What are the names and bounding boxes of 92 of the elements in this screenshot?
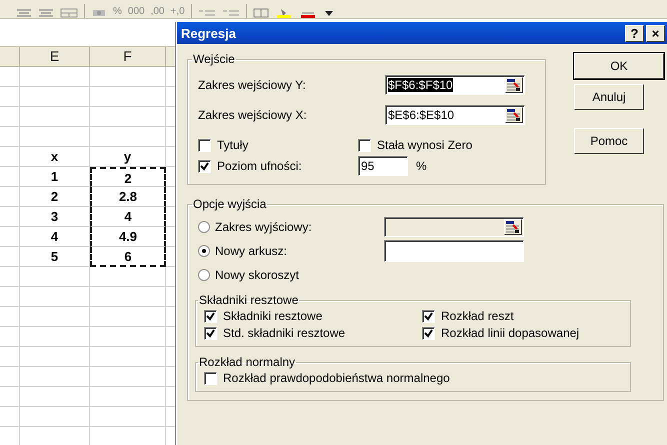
sheet-name-field[interactable] xyxy=(384,240,524,262)
collapse-dialog-icon xyxy=(507,109,521,121)
help-button[interactable]: Pomoc xyxy=(574,128,644,154)
table-cell xyxy=(0,307,20,327)
table-cell: 4 xyxy=(90,207,166,227)
table-cell xyxy=(20,387,90,407)
collapse-dialog-icon xyxy=(506,221,520,233)
table-cell xyxy=(0,407,20,427)
table-cell: 2 xyxy=(90,167,166,187)
table-cell xyxy=(0,187,20,207)
group-title: Składniki resztowe xyxy=(198,293,300,307)
group-title: Wejście xyxy=(192,52,236,66)
field-label: Zakres wejściowy Y: xyxy=(198,78,307,92)
checkbox[interactable] xyxy=(198,160,211,172)
table-cell: 2.8 xyxy=(90,187,166,207)
table-cell xyxy=(20,307,90,327)
table-cell xyxy=(20,67,90,87)
group-title: Opcje wyjścia xyxy=(192,197,268,211)
table-cell xyxy=(0,327,20,347)
checkbox[interactable] xyxy=(204,372,217,384)
table-cell xyxy=(20,347,90,367)
confidence-field[interactable]: 95 xyxy=(358,156,408,176)
checkbox[interactable] xyxy=(422,326,435,340)
table-cell: 4.9 xyxy=(90,227,166,247)
table-cell xyxy=(20,327,90,347)
checkbox[interactable] xyxy=(198,138,211,152)
checkbox-label: Rozkład reszt xyxy=(441,309,514,323)
radio-button[interactable] xyxy=(198,221,210,233)
close-button[interactable]: × xyxy=(646,24,665,42)
table-cell: 4 xyxy=(20,227,90,247)
unit-label: % xyxy=(416,159,427,173)
checkbox-label: Rozkład prawdopodobieństwa normalnego xyxy=(223,371,450,385)
radio-button[interactable] xyxy=(198,269,210,281)
dropdown-arrow-icon[interactable] xyxy=(322,8,335,18)
table-cell xyxy=(0,347,20,367)
table-cell xyxy=(0,367,20,387)
group-title: Rozkład normalny xyxy=(198,355,296,369)
table-cell xyxy=(0,227,20,247)
table-cell: 5 xyxy=(20,247,90,267)
radio-button[interactable] xyxy=(198,245,210,257)
ok-button[interactable]: OK xyxy=(574,53,664,79)
table-cell xyxy=(0,207,20,227)
checkbox-label: Poziom ufności: xyxy=(217,159,302,173)
radio-label: Zakres wyjściowy: xyxy=(215,220,312,234)
table-cell: 1 xyxy=(20,167,90,187)
table-cell: 2 xyxy=(20,187,90,207)
checkbox-label: Std. składniki resztowe xyxy=(223,326,346,340)
table-cell: 3 xyxy=(20,207,90,227)
table-cell xyxy=(20,407,90,427)
table-cell: 6 xyxy=(90,247,166,267)
fill-color-icon[interactable] xyxy=(274,8,293,18)
checkbox[interactable] xyxy=(358,138,371,152)
table-cell xyxy=(0,267,20,287)
window-title: Regresja xyxy=(181,26,237,40)
table-cell xyxy=(0,147,20,167)
checkbox-label: Stała wynosi Zero xyxy=(377,138,472,152)
checkbox-label: Tytuły xyxy=(217,138,248,152)
radio-label: Nowy arkusz: xyxy=(215,244,288,258)
table-cell xyxy=(0,127,20,147)
merge-cells-icon[interactable] xyxy=(60,8,78,18)
borders-icon[interactable] xyxy=(252,8,269,18)
table-cell xyxy=(20,127,90,147)
table-cell xyxy=(20,87,90,107)
checkbox-label: Składniki resztowe xyxy=(223,309,322,323)
cancel-button[interactable]: Anuluj xyxy=(574,84,644,110)
range-field[interactable]: $E$6:$E$10 xyxy=(385,105,525,125)
field-label: Zakres wejściowy X: xyxy=(198,108,308,122)
table-cell: x xyxy=(20,147,90,167)
range-picker-button[interactable] xyxy=(505,107,523,123)
column-header[interactable]: F xyxy=(90,47,166,67)
table-cell xyxy=(0,387,20,407)
table-cell xyxy=(0,287,20,307)
checkbox-label: Rozkład linii dopasowanej xyxy=(441,326,580,340)
checkbox[interactable] xyxy=(204,326,217,340)
checkbox[interactable] xyxy=(204,310,217,322)
checkbox[interactable] xyxy=(422,310,435,322)
table-cell xyxy=(20,107,90,127)
range-picker-button[interactable] xyxy=(505,77,523,93)
table-cell xyxy=(0,87,20,107)
radio-label: Nowy skoroszyt xyxy=(215,268,300,282)
table-cell xyxy=(20,287,90,307)
table-cell xyxy=(0,67,20,87)
table-cell: y xyxy=(90,147,166,167)
table-cell xyxy=(20,367,90,387)
column-header[interactable]: E xyxy=(20,47,90,67)
range-field[interactable]: $F$6:$F$10 xyxy=(385,75,525,95)
table-cell xyxy=(0,247,20,267)
table-cell xyxy=(0,167,20,187)
table-cell xyxy=(0,107,20,127)
table-cell xyxy=(20,267,90,287)
collapse-dialog-icon xyxy=(507,79,521,91)
help-button[interactable]: ? xyxy=(625,24,644,42)
